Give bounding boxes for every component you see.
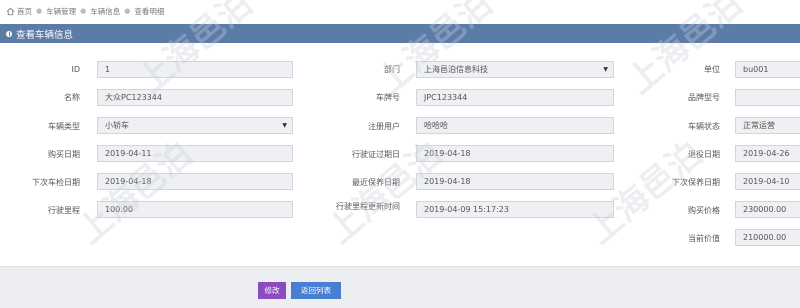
label-last-maintenance: 最近保养日期 [352, 178, 400, 187]
department-select[interactable]: 上海邑泊信息科技 ▼ [416, 61, 614, 78]
field-unit[interactable]: bu001 [735, 61, 800, 78]
field-retire-date[interactable]: 2019-04-26 [735, 145, 800, 162]
label-mileage-updated: 行驶里程更新时间 [336, 202, 400, 211]
watermark-text: 上海邑泊 [370, 0, 500, 102]
breadcrumb-separator: ● [124, 7, 131, 15]
vehicle-type-value: 小轿车 [105, 121, 129, 130]
label-unit: 单位 [704, 65, 720, 74]
field-name[interactable]: 大众PC123344 [97, 89, 293, 106]
field-mileage[interactable]: 100.00 [97, 201, 293, 218]
breadcrumb-detail: 查看明细 [134, 6, 165, 16]
watermark-text: 上海邑泊 [620, 0, 750, 102]
breadcrumb-vehicle-mgmt[interactable]: 车辆管理 [46, 6, 76, 17]
field-next-inspection[interactable]: 2019-04-18 [97, 173, 293, 190]
label-next-inspection: 下次车检日期 [32, 178, 80, 187]
field-id[interactable]: 1 [97, 61, 293, 78]
panel-title: 查看车辆信息 [16, 29, 74, 41]
breadcrumb-separator: ● [80, 7, 87, 15]
breadcrumb-vehicle-info[interactable]: 车辆信息 [90, 6, 120, 17]
breadcrumb-separator: ● [36, 7, 43, 15]
label-vehicle-status: 车辆状态 [688, 122, 720, 131]
field-last-maintenance[interactable]: 2019-04-18 [416, 173, 614, 190]
field-purchase-date[interactable]: 2019-04-11 [97, 145, 293, 162]
label-registered-user: 注册用户 [368, 122, 400, 131]
field-current-value[interactable]: 210000.00 [735, 229, 800, 246]
field-license-expiry[interactable]: 2019-04-18 [416, 145, 614, 162]
label-department: 部门 [384, 65, 400, 74]
form-footer [0, 266, 800, 308]
field-next-maintenance[interactable]: 2019-04-10 [735, 173, 800, 190]
field-purchase-price[interactable]: 230000.00 [735, 201, 800, 218]
field-registered-user[interactable]: 哈哈哈 [416, 117, 614, 134]
field-brand-model[interactable] [735, 89, 800, 106]
panel-header: 查看车辆信息 [0, 24, 800, 43]
back-to-list-button[interactable]: 返回列表 [291, 282, 341, 299]
label-id: ID [71, 65, 80, 74]
chevron-down-icon: ▼ [603, 66, 608, 73]
label-next-maintenance: 下次保养日期 [672, 178, 720, 187]
label-purchase-date: 购买日期 [48, 150, 80, 159]
field-plate[interactable]: JPC123344 [416, 89, 614, 106]
label-license-expiry: 行驶证过期日 [352, 150, 400, 159]
department-value: 上海邑泊信息科技 [424, 65, 488, 74]
label-mileage: 行驶里程 [48, 206, 80, 215]
label-plate: 车牌号 [376, 93, 400, 102]
info-icon [6, 30, 12, 37]
label-purchase-price: 购买价格 [688, 206, 720, 215]
label-name: 名称 [64, 93, 80, 102]
home-icon[interactable] [6, 7, 15, 16]
breadcrumb: 首页 ● 车辆管理 ● 车辆信息 ● 查看明细 [6, 5, 164, 17]
label-retire-date: 退役日期 [688, 150, 720, 159]
label-vehicle-type: 车辆类型 [48, 122, 80, 131]
field-mileage-updated[interactable]: 2019-04-09 15:17:23 [416, 201, 614, 218]
field-vehicle-status[interactable]: 正常运营 [735, 117, 800, 134]
edit-button[interactable]: 修改 [258, 282, 286, 299]
breadcrumb-home[interactable]: 首页 [17, 6, 32, 17]
vehicle-type-select[interactable]: 小轿车 ▼ [97, 117, 293, 134]
chevron-down-icon: ▼ [282, 122, 287, 129]
label-brand-model: 品牌型号 [688, 93, 720, 102]
label-current-value: 当前价值 [688, 234, 720, 243]
